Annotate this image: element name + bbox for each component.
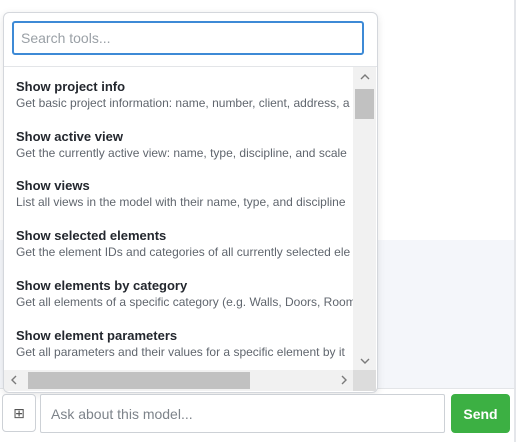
- tool-name: Show elements by category: [16, 278, 188, 293]
- chevron-up-icon[interactable]: [353, 67, 376, 85]
- vertical-scrollbar[interactable]: [353, 67, 376, 370]
- tools-popup: Show project info Get basic project info…: [3, 12, 378, 393]
- vertical-scroll-thumb[interactable]: [355, 89, 374, 119]
- tool-name: Show project info: [16, 79, 126, 94]
- tool-item-show-selected-elements[interactable]: Show selected elements Get the element I…: [16, 224, 353, 270]
- chat-input[interactable]: [40, 394, 445, 433]
- tool-description: Get the element IDs and categories of al…: [16, 245, 351, 259]
- tool-item-show-project-info[interactable]: Show project info Get basic project info…: [16, 75, 353, 121]
- chevron-right-icon[interactable]: [335, 370, 353, 391]
- tool-name: Show views: [16, 178, 90, 193]
- tool-item-show-elements-by-category[interactable]: Show elements by category Get all elemen…: [16, 274, 353, 320]
- chevron-left-icon[interactable]: [4, 370, 22, 391]
- tool-item-show-active-view[interactable]: Show active view Get the currently activ…: [16, 125, 353, 171]
- tool-description: Get the currently active view: name, typ…: [16, 146, 347, 160]
- tool-description: List all views in the model with their n…: [16, 195, 346, 209]
- chat-panel: Show project info Get basic project info…: [0, 0, 516, 442]
- horizontal-scroll-thumb[interactable]: [28, 372, 250, 389]
- horizontal-scrollbar[interactable]: [4, 370, 353, 391]
- tool-name: Show element parameters: [16, 328, 178, 343]
- chevron-down-icon[interactable]: [353, 352, 376, 370]
- tool-description: Get all elements of a specific category …: [16, 295, 353, 309]
- scrollbar-corner: [353, 370, 376, 391]
- tool-search-input[interactable]: [12, 21, 364, 55]
- grid-icon: ⊞: [13, 405, 25, 421]
- tool-name: Show active view: [16, 129, 123, 144]
- send-button[interactable]: Send: [451, 394, 510, 433]
- tools-toggle-button[interactable]: ⊞: [2, 394, 36, 432]
- tool-item-show-element-parameters[interactable]: Show element parameters Get all paramete…: [16, 324, 353, 370]
- tool-description: Get all parameters and their values for …: [16, 345, 345, 359]
- tool-description: Get basic project information: name, num…: [16, 96, 350, 110]
- tool-item-show-views[interactable]: Show views List all views in the model w…: [16, 174, 353, 220]
- tool-name: Show selected elements: [16, 228, 167, 243]
- tool-list: Show project info Get basic project info…: [4, 67, 353, 370]
